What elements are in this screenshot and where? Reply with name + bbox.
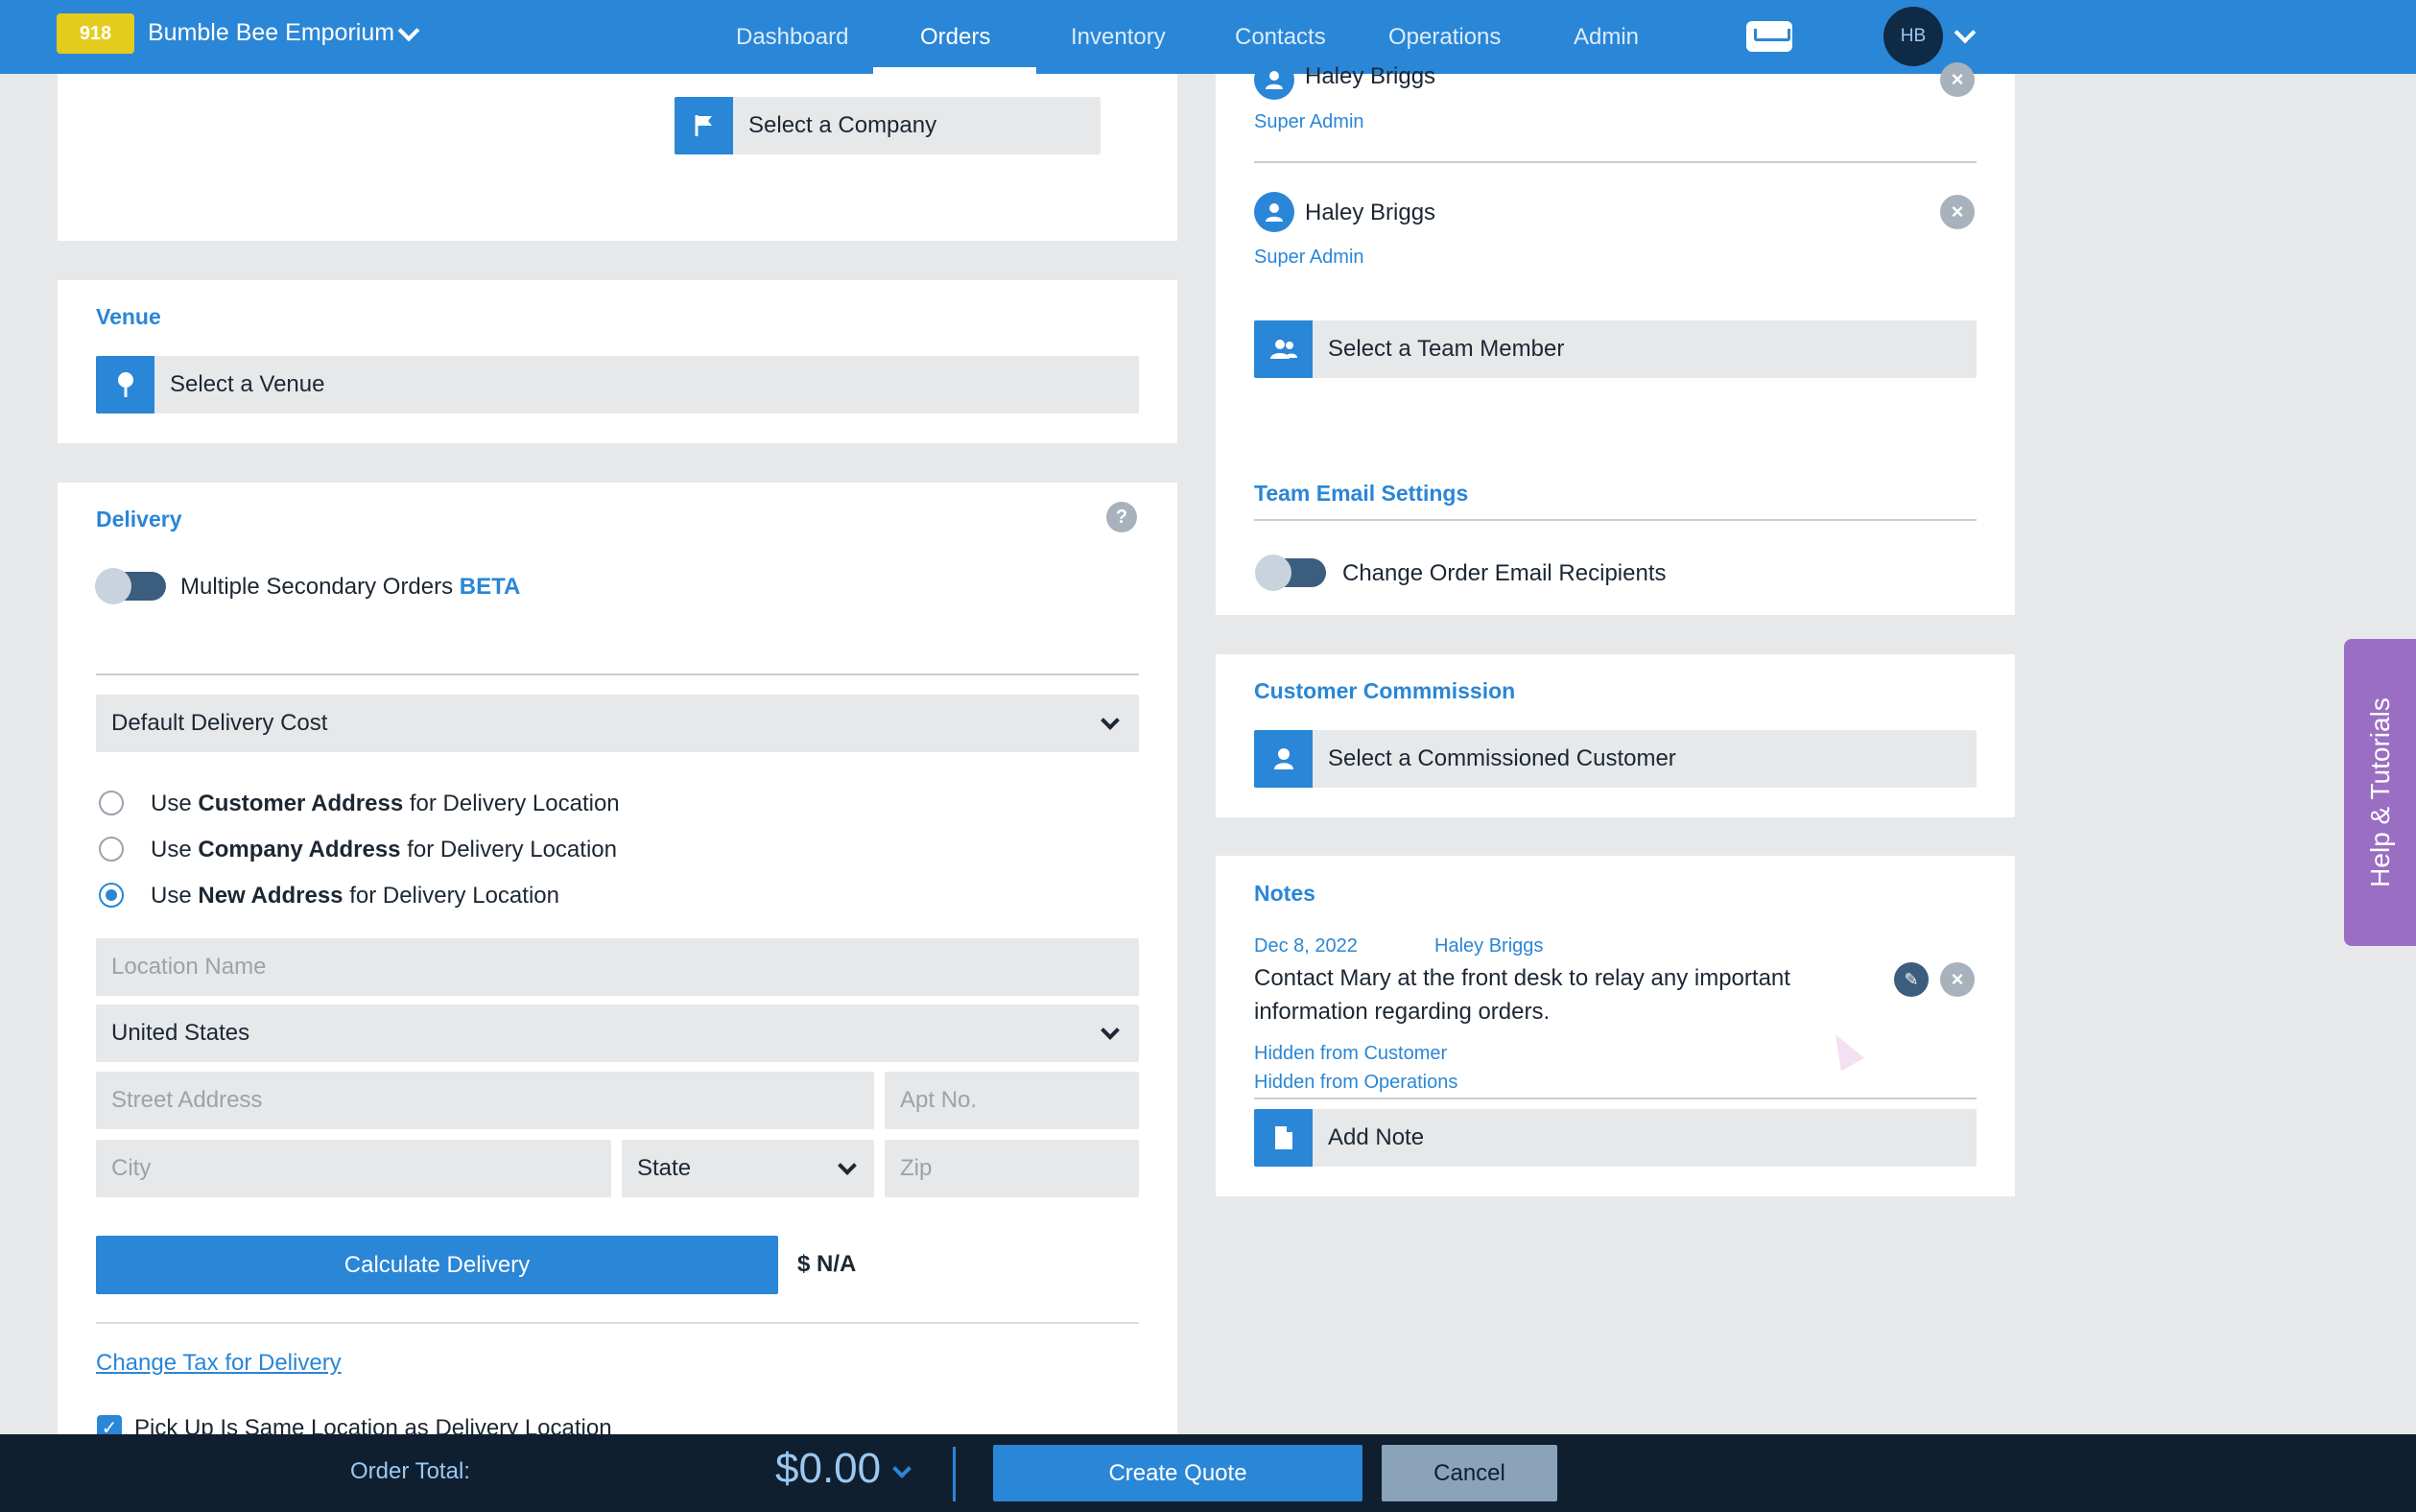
nav-admin[interactable]: Admin [1574, 0, 1639, 74]
state-select[interactable]: State [622, 1140, 874, 1197]
zip-input[interactable]: Zip [885, 1140, 1139, 1197]
team-member-icon [1254, 192, 1294, 232]
multiple-secondary-orders-toggle[interactable] [95, 568, 166, 604]
team-member-role: Super Admin [1254, 111, 1364, 132]
beta-badge: BETA [459, 574, 521, 600]
delivery-price: $ N/A [797, 1251, 857, 1277]
city-input[interactable]: City [96, 1140, 611, 1197]
country-select[interactable]: United States [96, 1004, 1139, 1062]
select-team-member-label: Select a Team Member [1328, 336, 1565, 362]
select-company-label: Select a Company [748, 112, 937, 138]
company-name[interactable]: Bumble Bee Emporium [148, 19, 394, 47]
delivery-title: Delivery [96, 507, 182, 532]
help-tutorials-tab[interactable]: Help & Tutorials [2344, 639, 2416, 946]
divider [1254, 1098, 1977, 1099]
account-badge: 918 [57, 13, 134, 54]
person-icon [1254, 730, 1313, 788]
nav-orders[interactable]: Orders [920, 0, 990, 74]
select-commissioned-customer[interactable]: Select a Commissioned Customer [1254, 730, 1977, 788]
nav-dashboard[interactable]: Dashboard [736, 0, 848, 74]
multiple-secondary-orders-label: Multiple Secondary Orders BETA [180, 574, 521, 600]
remove-member-close-icon[interactable]: × [1940, 195, 1975, 229]
map-pin-icon [96, 356, 154, 413]
document-icon [1254, 1109, 1313, 1167]
divider [1254, 519, 1977, 521]
team-member-name: Haley Briggs [1305, 63, 1436, 89]
remove-member-close-icon[interactable]: × [1940, 62, 1975, 97]
nav-inventory[interactable]: Inventory [1071, 0, 1166, 74]
select-team-member[interactable]: Select a Team Member [1254, 320, 1977, 378]
note-flag-hidden-customer: Hidden from Customer [1254, 1043, 1448, 1064]
radio-customer-address-label: Use Customer Address for Delivery Locati… [151, 791, 620, 816]
select-commissioned-customer-label: Select a Commissioned Customer [1328, 745, 1676, 771]
add-note-button[interactable]: Add Note [1254, 1109, 1977, 1167]
radio-new-address-label: Use New Address for Delivery Location [151, 883, 559, 909]
cancel-button[interactable]: Cancel [1382, 1445, 1557, 1501]
note-author: Haley Briggs [1434, 935, 1544, 957]
team-member-icon [1254, 59, 1294, 100]
flag-icon [675, 97, 733, 154]
location-name-input[interactable]: Location Name [96, 938, 1139, 996]
radio-company-address-label: Use Company Address for Delivery Locatio… [151, 837, 617, 862]
radio-customer-address[interactable] [99, 791, 124, 815]
change-recipients-label: Change Order Email Recipients [1342, 560, 1667, 586]
divider [96, 673, 1139, 675]
order-total-value[interactable]: $0.00 [775, 1445, 881, 1493]
note-text-line-1: Contact Mary at the front desk to relay … [1254, 965, 1790, 991]
select-company[interactable]: Select a Company [675, 97, 1101, 154]
change-recipients-toggle[interactable] [1255, 555, 1326, 591]
venue-title: Venue [96, 304, 161, 329]
divider [96, 1322, 1139, 1324]
team-member-role: Super Admin [1254, 247, 1364, 268]
edit-note-pencil-icon[interactable]: ✎ [1894, 962, 1929, 997]
select-venue[interactable]: Select a Venue [96, 356, 1139, 413]
user-avatar[interactable]: HB [1883, 7, 1943, 66]
nav-active-indicator [873, 67, 1036, 74]
calculate-delivery-button[interactable]: Calculate Delivery [96, 1236, 778, 1294]
inbox-icon[interactable] [1746, 21, 1792, 52]
change-tax-link[interactable]: Change Tax for Delivery [96, 1350, 342, 1377]
note-text-line-2: information regarding orders. [1254, 999, 1551, 1025]
radio-new-address[interactable] [99, 883, 124, 908]
help-tutorials-label: Help & Tutorials [2364, 697, 2395, 887]
add-note-label: Add Note [1328, 1124, 1425, 1150]
radio-company-address[interactable] [99, 837, 124, 862]
delivery-cost-select[interactable]: Default Delivery Cost [96, 695, 1139, 752]
note-flag-hidden-operations: Hidden from Operations [1254, 1072, 1458, 1093]
commission-title: Customer Commmission [1254, 678, 1516, 703]
divider [1254, 161, 1977, 163]
street-address-input[interactable]: Street Address [96, 1072, 874, 1129]
team-email-settings-title: Team Email Settings [1254, 481, 1469, 506]
select-venue-label: Select a Venue [170, 371, 325, 397]
create-quote-button[interactable]: Create Quote [993, 1445, 1362, 1501]
apt-no-input[interactable]: Apt No. [885, 1072, 1139, 1129]
note-date: Dec 8, 2022 [1254, 935, 1358, 957]
order-total-label: Order Total: [350, 1458, 470, 1484]
notes-title: Notes [1254, 881, 1315, 906]
help-icon[interactable]: ? [1106, 502, 1137, 532]
team-member-name: Haley Briggs [1305, 200, 1436, 225]
delete-note-close-icon[interactable]: × [1940, 962, 1975, 997]
users-icon [1254, 320, 1313, 378]
footer-divider [953, 1447, 956, 1501]
